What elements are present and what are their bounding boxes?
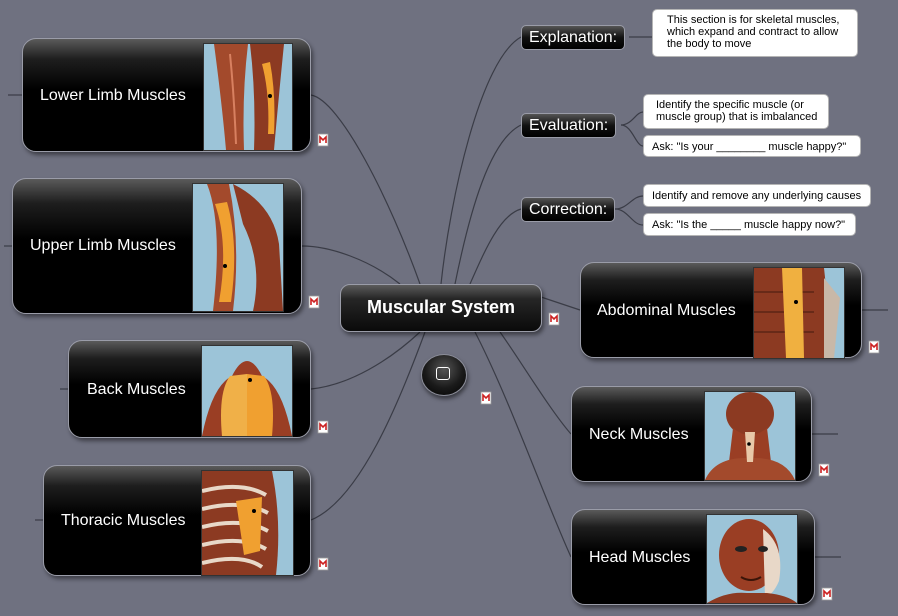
central-topic[interactable]: Muscular System (340, 284, 542, 332)
node-neck-label: Neck Muscles (589, 426, 689, 443)
node-head-muscles[interactable]: Head Muscles (571, 509, 815, 605)
mindmap-note-icon[interactable] (480, 391, 492, 405)
head-muscle-image (706, 514, 798, 604)
node-lower-limb-muscles[interactable]: Lower Limb Muscles (22, 38, 311, 152)
node-lower-limb-label: Lower Limb Muscles (40, 87, 186, 104)
node-abdominal-label: Abdominal Muscles (597, 302, 736, 319)
correction-note-2[interactable]: Ask: "Is the _____ muscle happy now?" (643, 213, 856, 236)
mindmap-note-icon[interactable] (818, 463, 830, 477)
upper-limb-muscle-image (192, 183, 284, 312)
central-topic-title: Muscular System (366, 297, 516, 317)
mindmap-note-icon[interactable] (317, 133, 329, 147)
mindmap-note-icon[interactable] (317, 557, 329, 571)
lower-limb-muscle-image (203, 43, 293, 151)
node-back-label: Back Muscles (87, 381, 186, 398)
node-upper-limb-muscles[interactable]: Upper Limb Muscles (12, 178, 302, 314)
subtopic-correction-label: Correction: (529, 201, 608, 218)
explanation-note[interactable]: This section is for skeletal muscles, wh… (652, 9, 858, 57)
node-upper-limb-label: Upper Limb Muscles (30, 237, 176, 254)
evaluation-note-1-text: Identify the specific muscle (or muscle … (656, 99, 818, 123)
evaluation-note-1[interactable]: Identify the specific muscle (or muscle … (643, 94, 829, 129)
evaluation-note-2-text: Ask: "Is your ________ muscle happy?" (652, 141, 847, 153)
mindmap-note-icon[interactable] (821, 587, 833, 601)
evaluation-note-2[interactable]: Ask: "Is your ________ muscle happy?" (643, 135, 861, 157)
node-thoracic-muscles[interactable]: Thoracic Muscles (43, 465, 311, 576)
collapse-toggle-icon[interactable] (421, 354, 467, 396)
correction-note-1[interactable]: Identify and remove any underlying cause… (643, 184, 871, 207)
subtopic-explanation[interactable]: Explanation: (521, 25, 626, 50)
node-abdominal-muscles[interactable]: Abdominal Muscles (580, 262, 862, 359)
explanation-note-text: This section is for skeletal muscles, wh… (667, 14, 840, 50)
subtopic-evaluation-label: Evaluation: (529, 117, 609, 134)
correction-note-2-text: Ask: "Is the _____ muscle happy now?" (652, 219, 846, 231)
thoracic-muscle-image (201, 470, 294, 576)
mindmap-note-icon[interactable] (548, 312, 560, 326)
abdominal-muscle-image (753, 267, 845, 359)
mindmap-note-icon[interactable] (868, 340, 880, 354)
correction-note-1-text: Identify and remove any underlying cause… (652, 190, 862, 202)
subtopic-correction[interactable]: Correction: (521, 197, 616, 222)
subtopic-evaluation[interactable]: Evaluation: (521, 113, 617, 138)
node-head-label: Head Muscles (589, 549, 691, 566)
node-thoracic-label: Thoracic Muscles (61, 512, 186, 529)
back-muscle-image (201, 345, 293, 437)
square-icon (436, 367, 450, 380)
subtopic-explanation-label: Explanation: (529, 29, 618, 46)
node-neck-muscles[interactable]: Neck Muscles (571, 386, 812, 482)
mindmap-note-icon[interactable] (317, 420, 329, 434)
node-back-muscles[interactable]: Back Muscles (68, 340, 311, 438)
neck-muscle-image (704, 391, 796, 481)
mindmap-note-icon[interactable] (308, 295, 320, 309)
